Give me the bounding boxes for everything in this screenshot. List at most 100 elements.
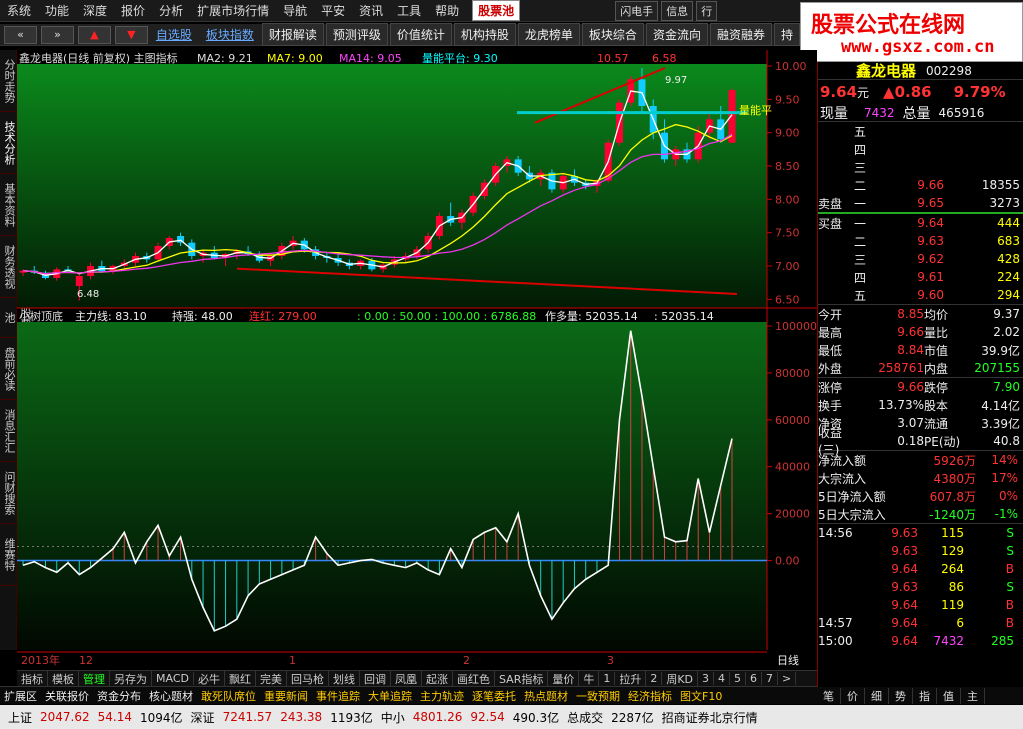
side-tab[interactable]: 价 <box>841 687 865 704</box>
indicator-tab[interactable]: 另存为 <box>110 670 152 687</box>
menu-item[interactable]: 深度 <box>76 2 114 19</box>
indicator-tab[interactable]: 周KD <box>662 670 699 687</box>
toolbar-item[interactable]: 持 <box>773 23 800 46</box>
indicator-tab[interactable]: 起涨 <box>422 670 453 687</box>
indicator-tab[interactable]: 5 <box>730 672 747 685</box>
menu-item[interactable]: 功能 <box>38 2 76 19</box>
up-icon[interactable]: ▲ <box>77 25 111 44</box>
forward-icon[interactable]: » <box>40 25 74 44</box>
menu-item[interactable]: 报价 <box>114 2 152 19</box>
extension-tab[interactable]: 逐笔委托 <box>468 688 520 704</box>
indicator-tab[interactable]: 模板 <box>48 670 79 687</box>
menu-item[interactable]: 分析 <box>152 2 190 19</box>
indicator-tab[interactable]: 必牛 <box>194 670 225 687</box>
quote-button[interactable]: 行 <box>696 0 718 21</box>
vtab[interactable]: 基本资料 <box>0 174 18 236</box>
indicator-tab[interactable]: 回马枪 <box>287 670 329 687</box>
quote-cell: 264 <box>941 562 964 576</box>
toolbar-item[interactable]: 板块综合 <box>581 23 644 46</box>
indicator-tab[interactable]: 凤凰 <box>391 670 422 687</box>
indicator-tab[interactable]: > <box>778 672 797 685</box>
date-label: 1 <box>289 654 296 667</box>
extension-tab[interactable]: 重要新闻 <box>260 688 312 704</box>
indicator-tab[interactable]: 画红色 <box>453 670 495 687</box>
vtab[interactable]: 盘前必读 <box>0 338 18 400</box>
toolbar-item[interactable]: 价值统计 <box>389 23 452 46</box>
side-tab[interactable]: 笔 <box>817 687 841 704</box>
extension-tab[interactable]: 核心题材 <box>145 688 197 704</box>
side-tab[interactable]: 主 <box>961 687 985 704</box>
indicator-tab[interactable]: 3 <box>698 672 715 685</box>
quote-cell: 二 <box>854 234 867 249</box>
extension-tab[interactable]: 资金分布 <box>93 688 145 704</box>
toolbar-sector-index[interactable]: 板块指数 <box>200 24 260 45</box>
indicator-tab[interactable]: 4 <box>714 672 731 685</box>
menu-item[interactable]: 资讯 <box>352 2 390 19</box>
indicator-tab[interactable]: 7 <box>762 672 779 685</box>
stats-block-2: 涨停 9.66 跌停 7.90 换手 13.73% 股本 4.14亿 净资 3.07 流通 3.39亿… <box>818 377 1023 457</box>
menu-item[interactable]: 扩展市场行情 <box>190 2 276 19</box>
indicator-tab[interactable]: 划线 <box>329 670 360 687</box>
quote-cell: 五 <box>854 288 867 303</box>
side-tab[interactable]: 值 <box>937 687 961 704</box>
down-icon[interactable]: ▼ <box>114 25 148 44</box>
indicator-tab[interactable]: 1 <box>599 672 616 685</box>
toolbar: « » ▲ ▼ 自选股 板块指数 财报解读 预测评级 价值统计 机构持股 龙虎榜… <box>0 23 800 46</box>
extension-tab[interactable]: 热点题材 <box>520 688 572 704</box>
indicator-tab[interactable]: MACD <box>152 672 194 685</box>
extension-tab[interactable]: 事件追踪 <box>312 688 364 704</box>
vtab[interactable]: 问财搜索 <box>0 462 18 524</box>
toolbar-item[interactable]: 机构持股 <box>453 23 516 46</box>
extension-tab[interactable]: 关联报价 <box>41 688 93 704</box>
toolbar-item[interactable]: 龙虎榜单 <box>517 23 580 46</box>
indicator-tab[interactable]: 6 <box>746 672 763 685</box>
back-icon[interactable]: « <box>4 25 37 44</box>
period-label[interactable]: 日线 <box>777 653 799 667</box>
indicator-tab[interactable]: 回调 <box>360 670 391 687</box>
toolbar-watchlist[interactable]: 自选股 <box>150 24 198 45</box>
indicator-tab[interactable]: 指标 <box>17 670 48 687</box>
indicator-tab[interactable]: 管理 <box>79 670 110 687</box>
side-tab[interactable]: 细 <box>865 687 889 704</box>
indicator-tab[interactable]: 完美 <box>256 670 287 687</box>
vertical-tabs: 分时走势 技术分析 基本资料 财务透视 股票池 盘前必读 消息汇汇 问财搜索 维… <box>0 50 34 650</box>
indicator-tab[interactable]: 飘红 <box>225 670 256 687</box>
date-label: 3 <box>607 654 614 667</box>
quote-cell: B <box>1005 616 1014 630</box>
extension-tab[interactable]: 敢死队席位 <box>197 688 260 704</box>
extension-tab[interactable]: 扩展区 <box>0 688 41 704</box>
menu-item[interactable]: 工具 <box>390 2 428 19</box>
info-button[interactable]: 信息 <box>661 0 694 21</box>
toolbar-item[interactable]: 财报解读 <box>261 23 324 46</box>
extension-tab[interactable]: 一致预期 <box>572 688 624 704</box>
side-tab[interactable]: 势 <box>889 687 913 704</box>
indicator-tab[interactable]: SAR指标 <box>495 670 549 687</box>
toolbar-item[interactable]: 预测评级 <box>325 23 388 46</box>
menu-item[interactable]: 平安 <box>314 2 352 19</box>
side-tab[interactable]: 指 <box>913 687 937 704</box>
stock-pool-button[interactable]: 股票池 <box>472 0 521 21</box>
vtab[interactable]: 分时走势 <box>0 50 18 112</box>
vtab[interactable]: 消息汇汇 <box>0 400 18 462</box>
sub-y-tick-label: 80000 <box>775 367 810 380</box>
extension-tab[interactable]: 大单追踪 <box>364 688 416 704</box>
menu-item[interactable]: 系统 <box>0 2 38 19</box>
flash-button[interactable]: 闪电手 <box>615 0 659 21</box>
extension-tab[interactable]: 图文F10 <box>676 688 726 704</box>
indicator-tab[interactable]: 牛 <box>579 670 600 687</box>
toolbar-item[interactable]: 融资融券 <box>709 23 772 46</box>
toolbar-item[interactable]: 资金流向 <box>645 23 708 46</box>
indicator-tab[interactable]: 2 <box>646 672 663 685</box>
y-tick-label: 6.50 <box>775 293 800 306</box>
indicator-tab[interactable]: 量价 <box>548 670 580 687</box>
vtab[interactable]: 维赛特 <box>0 524 18 586</box>
extension-tab[interactable]: 经济指标 <box>624 688 676 704</box>
extension-tab[interactable]: 主力轨迹 <box>416 688 468 704</box>
quote-cell: 285 <box>991 634 1014 648</box>
indicator-tab[interactable]: 拉升 <box>615 670 647 687</box>
menu-item[interactable]: 帮助 <box>428 2 466 19</box>
vtab[interactable]: 财务透视 <box>0 236 18 298</box>
menu-item[interactable]: 导航 <box>276 2 314 19</box>
vtab[interactable]: 技术分析 <box>0 112 18 174</box>
kline-chart[interactable]: 10.009.509.008.508.007.507.006.50 100000… <box>17 50 817 670</box>
